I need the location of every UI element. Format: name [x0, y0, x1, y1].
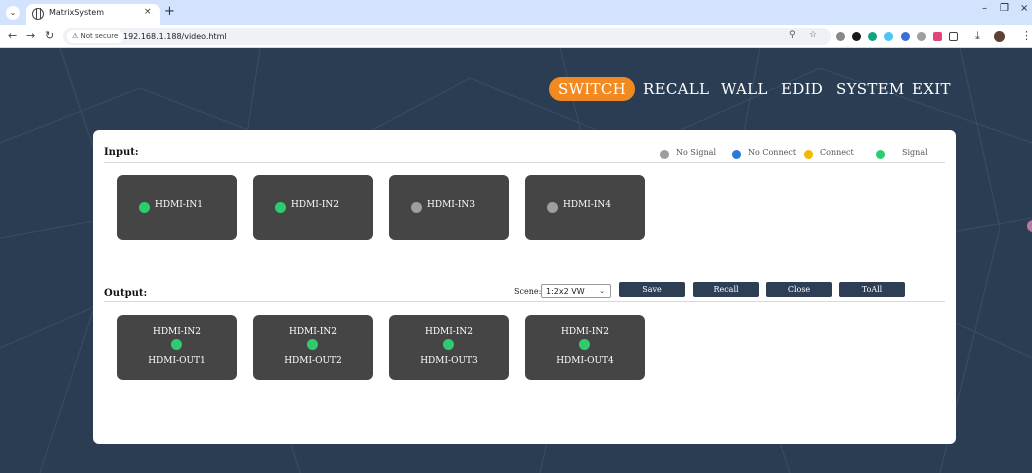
output-name-label: HDMI-OUT1 [148, 356, 206, 366]
nav-exit[interactable]: EXIT [912, 77, 951, 101]
output-card-1[interactable]: HDMI-IN2 HDMI-OUT1 [117, 315, 237, 380]
tab-search-chevron-icon[interactable]: ⌄ [6, 6, 20, 20]
tab-close-icon[interactable]: × [144, 7, 152, 17]
input-section-title: Input: [104, 147, 139, 158]
profile-avatar[interactable] [994, 31, 1005, 42]
output-name-label: HDMI-OUT2 [284, 356, 342, 366]
status-dot [443, 339, 454, 350]
scene-label: Scene: [514, 287, 542, 296]
reload-icon[interactable]: ↻ [45, 29, 54, 42]
zoom-icon[interactable]: ⚲ [789, 30, 796, 40]
input-divider [104, 162, 945, 163]
extension-icon[interactable] [868, 32, 877, 41]
scene-select[interactable]: 1:2x2 VW ⌄ [541, 284, 611, 298]
security-label: Not secure [80, 32, 119, 40]
nav-wall[interactable]: WALL [721, 77, 768, 101]
output-source-label: HDMI-IN2 [560, 327, 610, 337]
output-source-label: HDMI-IN2 [288, 327, 338, 337]
side-handle[interactable] [1027, 220, 1032, 232]
close-button[interactable]: Close [766, 282, 832, 297]
nav-edid[interactable]: EDID [781, 77, 823, 101]
toall-button[interactable]: ToAll [839, 282, 905, 297]
input-card-3[interactable]: HDMI-IN3 [389, 175, 509, 240]
switch-panel: Input: No Signal No Connect Connect Sign… [93, 130, 956, 444]
status-dot [275, 202, 286, 213]
browser-tab[interactable]: MatrixSystem × [26, 4, 160, 25]
extension-icon[interactable] [917, 32, 926, 41]
extension-icon[interactable] [852, 32, 861, 41]
menu-kebab-icon[interactable]: ⋮ [1021, 29, 1032, 42]
download-icon[interactable]: ⤓ [975, 29, 980, 43]
output-card-3[interactable]: HDMI-IN2 HDMI-OUT3 [389, 315, 509, 380]
output-card-2[interactable]: HDMI-IN2 HDMI-OUT2 [253, 315, 373, 380]
input-label: HDMI-IN4 [563, 200, 612, 210]
page-background: SWITCH RECALL WALL EDID SYSTEM EXIT Inpu… [0, 48, 1032, 473]
extension-icon[interactable] [933, 32, 942, 41]
input-label: HDMI-IN1 [155, 200, 204, 210]
security-indicator[interactable]: ⚠ Not secure [67, 30, 124, 43]
input-label: HDMI-IN3 [427, 200, 476, 210]
input-card-2[interactable]: HDMI-IN2 [253, 175, 373, 240]
input-label: HDMI-IN2 [291, 200, 340, 210]
output-card-4[interactable]: HDMI-IN2 HDMI-OUT4 [525, 315, 645, 380]
nav-switch[interactable]: SWITCH [549, 77, 635, 101]
minimize-button[interactable]: – [982, 3, 987, 14]
save-button[interactable]: Save [619, 282, 685, 297]
status-dot [171, 339, 182, 350]
status-dot [411, 202, 422, 213]
legend-no-signal-dot [660, 150, 669, 159]
back-arrow-icon[interactable]: ← [8, 29, 17, 42]
status-dot [307, 339, 318, 350]
globe-icon [32, 8, 44, 20]
forward-arrow-icon[interactable]: → [26, 29, 35, 42]
legend-no-connect-label: No Connect [748, 148, 797, 157]
legend-no-connect-dot [732, 150, 741, 159]
input-card-1[interactable]: HDMI-IN1 [117, 175, 237, 240]
legend-no-signal-label: No Signal [676, 148, 716, 157]
status-dot [547, 202, 558, 213]
legend-signal-dot [876, 150, 885, 159]
output-source-label: HDMI-IN2 [152, 327, 202, 337]
input-card-4[interactable]: HDMI-IN4 [525, 175, 645, 240]
scene-value: 1:2x2 VW [546, 287, 585, 296]
restore-button[interactable]: ❐ [1000, 3, 1009, 14]
status-dot [579, 339, 590, 350]
bookmark-star-icon[interactable]: ☆ [809, 30, 817, 40]
extension-icon[interactable] [836, 32, 845, 41]
warning-icon: ⚠ [72, 32, 79, 40]
nav-system[interactable]: SYSTEM [836, 77, 905, 101]
output-source-label: HDMI-IN2 [424, 327, 474, 337]
extension-icon[interactable] [884, 32, 893, 41]
legend-signal-label: Signal [902, 148, 928, 157]
output-section-title: Output: [104, 288, 148, 299]
browser-toolbar: ← → ↻ ⚠ Not secure 192.168.1.188/video.h… [0, 25, 1032, 48]
extensions-puzzle-icon[interactable] [949, 32, 958, 41]
output-name-label: HDMI-OUT4 [556, 356, 614, 366]
chevron-down-icon: ⌄ [599, 287, 605, 295]
status-dot [139, 202, 150, 213]
window-close-button[interactable]: × [1020, 3, 1028, 14]
legend-connect-label: Connect [820, 148, 854, 157]
legend-connect-dot [804, 150, 813, 159]
extension-icon[interactable] [901, 32, 910, 41]
nav-recall[interactable]: RECALL [643, 77, 709, 101]
address-bar[interactable]: ⚠ Not secure 192.168.1.188/video.html ⚲ … [63, 28, 831, 45]
output-divider [104, 301, 945, 302]
new-tab-button[interactable]: + [164, 5, 175, 19]
output-name-label: HDMI-OUT3 [420, 356, 478, 366]
recall-button[interactable]: Recall [693, 282, 759, 297]
tab-title: MatrixSystem [49, 8, 105, 17]
browser-tab-strip: ⌄ MatrixSystem × + – ❐ × [0, 0, 1032, 25]
url-text[interactable]: 192.168.1.188/video.html [123, 30, 227, 43]
